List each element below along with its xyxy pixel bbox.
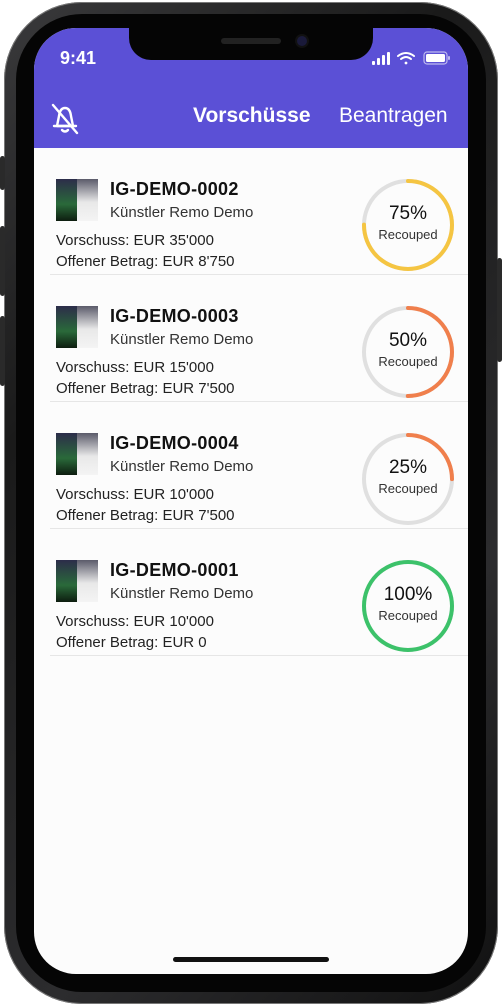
recouped-progress-ring: 75% Recouped	[360, 177, 456, 273]
release-code: IG-DEMO-0002	[110, 179, 239, 199]
percent-label: 75%	[388, 203, 428, 224]
app-screen: 9:41 Vorschüsse Beantragen IG-DEMO-0002 …	[34, 28, 468, 974]
recouped-progress-ring: 25% Recouped	[360, 431, 456, 527]
artist-name: Künstler Remo Demo	[110, 331, 254, 348]
artist-name: Künstler Remo Demo	[110, 458, 254, 475]
recouped-label: Recouped	[378, 227, 438, 242]
list-item[interactable]: IG-DEMO-0002 Künstler Remo Demo Vorschus…	[50, 148, 468, 275]
release-code: IG-DEMO-0001	[110, 560, 239, 580]
apply-button[interactable]: Beantragen	[339, 104, 448, 128]
front-camera	[297, 36, 307, 46]
volume-up-button	[0, 226, 5, 296]
power-button	[497, 258, 502, 362]
release-code: IG-DEMO-0004	[110, 433, 239, 453]
recouped-label: Recouped	[378, 481, 438, 496]
release-code: IG-DEMO-0003	[110, 306, 239, 326]
advance-amount: Vorschuss: EUR 10'000	[56, 486, 214, 503]
recouped-progress-ring: 100% Recouped	[360, 558, 456, 654]
artist-name: Künstler Remo Demo	[110, 204, 254, 221]
advance-list: IG-DEMO-0002 Künstler Remo Demo Vorschus…	[34, 148, 468, 656]
status-time: 9:41	[60, 48, 97, 68]
recouped-label: Recouped	[378, 354, 438, 369]
release-cover-image	[56, 560, 98, 602]
release-cover-image	[56, 306, 98, 348]
recouped-label: Recouped	[378, 608, 438, 623]
list-item[interactable]: IG-DEMO-0004 Künstler Remo Demo Vorschus…	[50, 402, 468, 529]
open-amount: Offener Betrag: EUR 8'750	[56, 253, 235, 270]
advance-amount: Vorschuss: EUR 15'000	[56, 359, 214, 376]
open-amount: Offener Betrag: EUR 7'500	[56, 507, 235, 524]
percent-label: 50%	[388, 330, 428, 351]
status-icons	[372, 51, 450, 65]
bell-icon[interactable]	[50, 102, 80, 136]
advance-amount: Vorschuss: EUR 10'000	[56, 613, 214, 630]
percent-label: 100%	[383, 584, 433, 605]
release-cover-image	[56, 179, 98, 221]
signal-icon	[372, 52, 390, 65]
advance-amount: Vorschuss: EUR 35'000	[56, 232, 214, 249]
volume-down-button	[0, 316, 5, 386]
percent-label: 25%	[388, 457, 428, 478]
battery-icon	[423, 51, 450, 65]
list-item[interactable]: IG-DEMO-0001 Künstler Remo Demo Vorschus…	[50, 529, 468, 656]
speaker	[221, 38, 281, 44]
list-item[interactable]: IG-DEMO-0003 Künstler Remo Demo Vorschus…	[50, 275, 468, 402]
open-amount: Offener Betrag: EUR 0	[56, 634, 207, 651]
page-title: Vorschüsse	[193, 104, 311, 127]
recouped-progress-ring: 50% Recouped	[360, 304, 456, 400]
release-cover-image	[56, 433, 98, 475]
notch	[129, 28, 373, 60]
open-amount: Offener Betrag: EUR 7'500	[56, 380, 235, 397]
mute-switch	[0, 156, 5, 190]
ring-progress	[362, 560, 454, 652]
wifi-icon	[397, 52, 415, 65]
home-indicator[interactable]	[173, 957, 329, 962]
artist-name: Künstler Remo Demo	[110, 585, 254, 602]
